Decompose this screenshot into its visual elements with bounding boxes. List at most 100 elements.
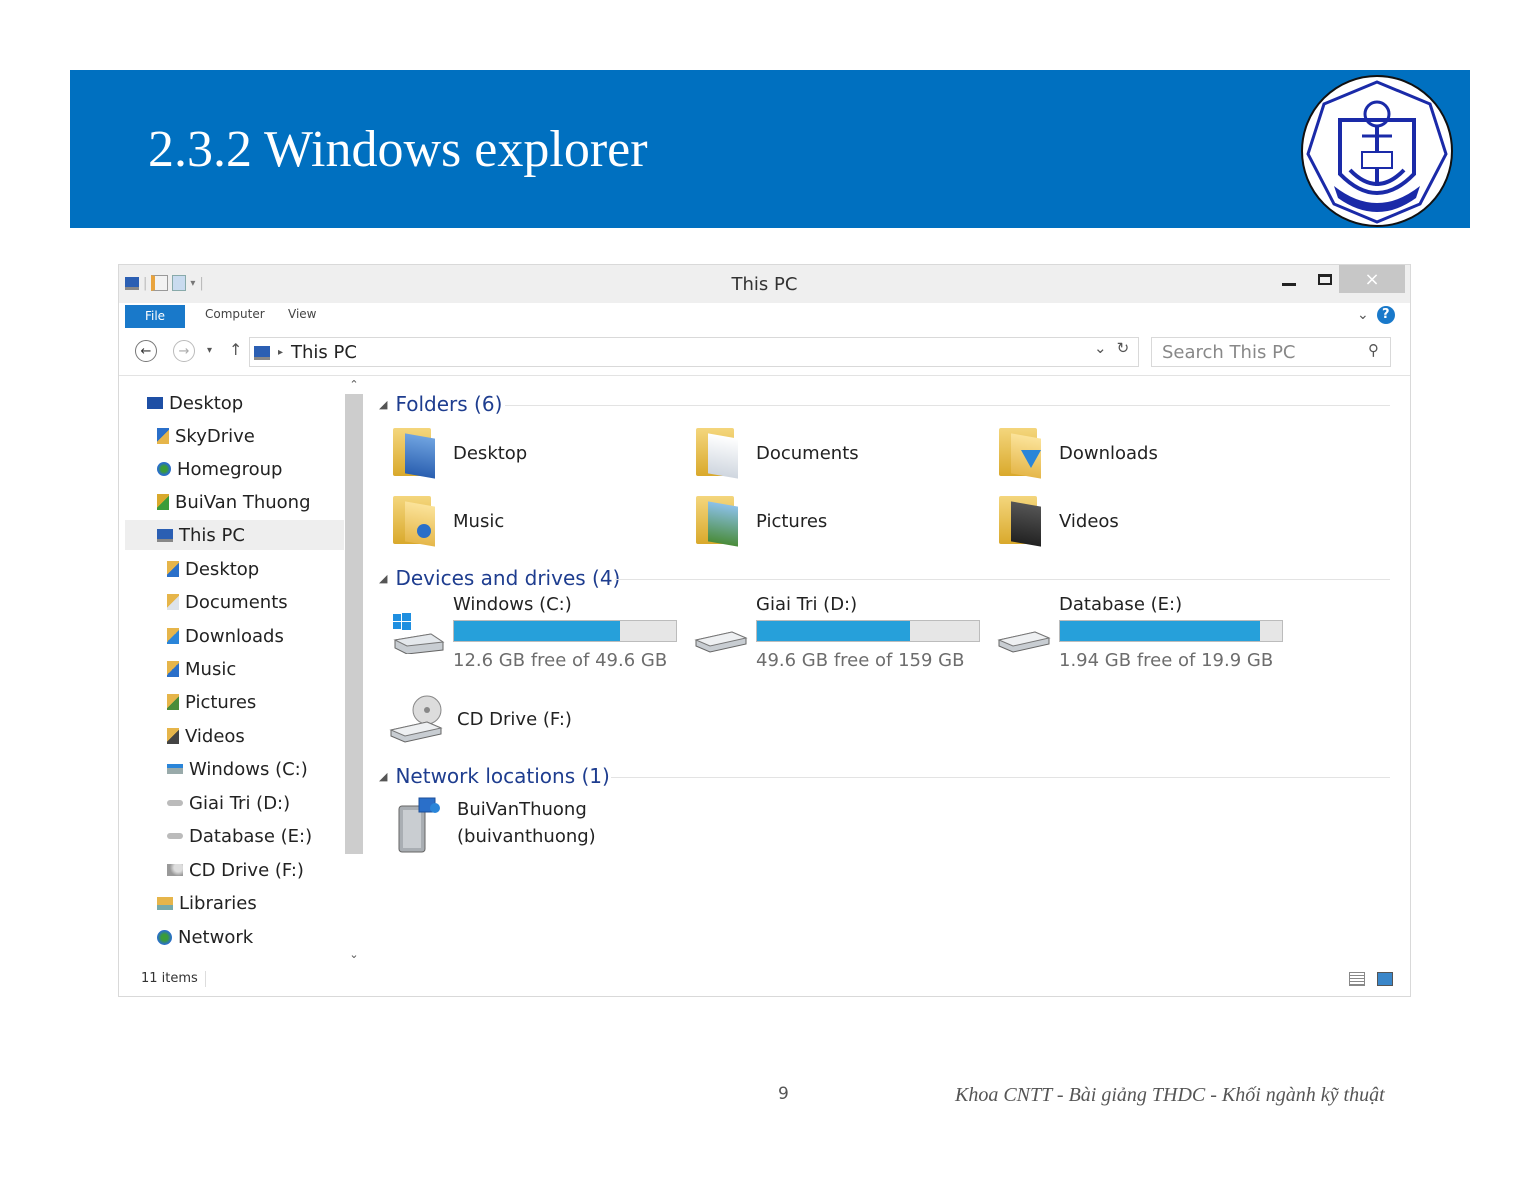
user-icon bbox=[157, 494, 169, 510]
downloads-folder-icon bbox=[999, 428, 1041, 479]
network-location-label: BuiVanThuong (buivanthuong) bbox=[457, 796, 596, 850]
windows-drive-icon bbox=[393, 613, 445, 654]
drive-usage-fill bbox=[757, 621, 910, 641]
nav-item-label: Desktop bbox=[185, 558, 260, 580]
large-icons-view-icon[interactable] bbox=[1377, 972, 1393, 986]
homegroup-icon bbox=[157, 462, 171, 476]
computer-icon bbox=[254, 345, 270, 360]
nav-item-documents[interactable]: Documents bbox=[167, 587, 288, 617]
hard-drive-icon bbox=[997, 631, 1051, 653]
address-bar[interactable]: ▸ This PC bbox=[249, 337, 1139, 367]
nav-item-label: Videos bbox=[185, 725, 245, 747]
nav-item-downloads[interactable]: Downloads bbox=[167, 621, 284, 651]
group-header-network[interactable]: ◢ Network locations (1) bbox=[379, 764, 610, 788]
drive-usage-bar bbox=[756, 620, 980, 642]
address-dropdown-icon[interactable]: ⌄ bbox=[1094, 339, 1107, 357]
drive-name: Windows (C:) bbox=[453, 594, 572, 615]
search-icon[interactable]: ⚲ bbox=[1368, 341, 1379, 359]
nav-item-database-e[interactable]: Database (E:) bbox=[167, 821, 312, 851]
search-box[interactable]: Search This PC ⚲ bbox=[1151, 337, 1391, 367]
help-icon[interactable]: ? bbox=[1376, 306, 1395, 324]
expand-ribbon-icon[interactable]: ⌄ bbox=[1357, 307, 1369, 323]
slide-header: 2.3.2 Windows explorer bbox=[70, 70, 1470, 228]
close-button[interactable]: × bbox=[1339, 265, 1405, 293]
drive-free-space: 1.94 GB free of 19.9 GB bbox=[1059, 650, 1274, 671]
page-number: 9 bbox=[778, 1084, 789, 1104]
skydrive-icon bbox=[157, 428, 169, 444]
nav-item-user[interactable]: BuiVan Thuong bbox=[157, 487, 311, 517]
window-title: This PC bbox=[731, 274, 798, 295]
tab-computer[interactable]: Computer bbox=[205, 307, 265, 321]
content-area: ◢ Folders (6) Desktop Documents Download… bbox=[365, 376, 1410, 966]
folder-downloads[interactable]: Downloads bbox=[999, 428, 1158, 479]
nav-item-windows-c[interactable]: Windows (C:) bbox=[167, 754, 308, 784]
folder-label: Videos bbox=[1059, 510, 1119, 532]
pictures-icon bbox=[167, 694, 179, 710]
folder-desktop[interactable]: Desktop bbox=[393, 428, 527, 479]
folder-pictures[interactable]: Pictures bbox=[696, 496, 827, 547]
scrollbar-thumb[interactable] bbox=[345, 394, 363, 854]
recent-locations-icon[interactable]: ▾ bbox=[207, 345, 212, 356]
nav-scrollbar[interactable]: ⌃ ⌄ bbox=[345, 376, 363, 966]
search-input[interactable]: Search This PC bbox=[1162, 342, 1296, 363]
nav-item-label: Downloads bbox=[185, 625, 284, 647]
tab-view[interactable]: View bbox=[288, 307, 316, 321]
network-location-name: BuiVanThuong bbox=[457, 799, 587, 820]
details-view-icon[interactable] bbox=[1349, 972, 1365, 986]
group-title: Folders (6) bbox=[395, 392, 503, 416]
folder-music[interactable]: Music bbox=[393, 496, 504, 547]
maximize-icon bbox=[1318, 273, 1332, 285]
nav-item-homegroup[interactable]: Homegroup bbox=[157, 454, 282, 484]
nav-item-skydrive[interactable]: SkyDrive bbox=[157, 421, 255, 451]
nav-item-giai-tri-d[interactable]: Giai Tri (D:) bbox=[167, 788, 290, 818]
folder-videos[interactable]: Videos bbox=[999, 496, 1119, 547]
scroll-up-icon[interactable]: ⌃ bbox=[345, 378, 363, 391]
breadcrumb-this-pc[interactable]: This PC bbox=[291, 342, 357, 363]
nav-item-this-pc-desktop[interactable]: Desktop bbox=[167, 554, 259, 584]
collapse-icon[interactable]: ◢ bbox=[379, 770, 387, 783]
back-button[interactable]: ← bbox=[135, 340, 157, 362]
nav-item-libraries[interactable]: Libraries bbox=[157, 888, 257, 918]
nav-item-desktop[interactable]: Desktop bbox=[147, 388, 243, 418]
maximize-button[interactable] bbox=[1309, 265, 1341, 293]
network-location-host: (buivanthuong) bbox=[457, 826, 596, 847]
drive-icon bbox=[167, 833, 183, 839]
forward-button[interactable]: → bbox=[173, 340, 195, 362]
university-logo bbox=[1301, 75, 1453, 227]
nav-item-pictures[interactable]: Pictures bbox=[167, 687, 256, 717]
nav-item-videos[interactable]: Videos bbox=[167, 721, 245, 751]
network-media-icon bbox=[398, 797, 440, 853]
scroll-down-icon[interactable]: ⌄ bbox=[345, 948, 363, 961]
network-location-buivanthuong[interactable]: BuiVanThuong (buivanthuong) bbox=[395, 796, 596, 856]
drive-usage-fill bbox=[1060, 621, 1261, 641]
group-header-folders[interactable]: ◢ Folders (6) bbox=[379, 392, 502, 416]
collapse-icon[interactable]: ◢ bbox=[379, 398, 387, 411]
nav-item-label: Database (E:) bbox=[189, 825, 313, 847]
nav-item-label: This PC bbox=[179, 524, 245, 546]
drive-usage-fill bbox=[454, 621, 620, 641]
documents-folder-icon bbox=[696, 428, 738, 479]
folder-documents[interactable]: Documents bbox=[696, 428, 859, 479]
breadcrumb: ▸ This PC bbox=[254, 342, 357, 363]
breadcrumb-separator-icon[interactable]: ▸ bbox=[278, 347, 283, 358]
drive-usage-bar bbox=[1059, 620, 1283, 642]
nav-item-music[interactable]: Music bbox=[167, 654, 236, 684]
collapse-icon[interactable]: ◢ bbox=[379, 572, 387, 585]
tab-file[interactable]: File bbox=[125, 305, 185, 328]
group-divider bbox=[611, 777, 1390, 778]
forward-arrow-icon: → bbox=[178, 344, 190, 359]
separator bbox=[205, 971, 206, 987]
nav-item-label: Homegroup bbox=[177, 458, 283, 480]
refresh-icon[interactable]: ↻ bbox=[1117, 339, 1130, 357]
nav-item-this-pc[interactable]: This PC bbox=[125, 520, 344, 550]
group-header-devices[interactable]: ◢ Devices and drives (4) bbox=[379, 566, 620, 590]
cd-drive-icon bbox=[167, 864, 183, 876]
nav-item-cd-drive-f[interactable]: CD Drive (F:) bbox=[167, 855, 304, 885]
nav-item-network[interactable]: Network bbox=[157, 922, 253, 952]
address-row: ← → ▾ ↑ ▸ This PC ⌄ ↻ Search This PC ⚲ bbox=[119, 331, 1410, 376]
drive-cd-f[interactable]: CD Drive (F:) bbox=[389, 694, 572, 744]
back-arrow-icon: ← bbox=[140, 344, 152, 359]
up-arrow-icon[interactable]: ↑ bbox=[229, 340, 242, 359]
desktop-folder-icon bbox=[167, 561, 179, 577]
minimize-button[interactable] bbox=[1271, 265, 1307, 293]
